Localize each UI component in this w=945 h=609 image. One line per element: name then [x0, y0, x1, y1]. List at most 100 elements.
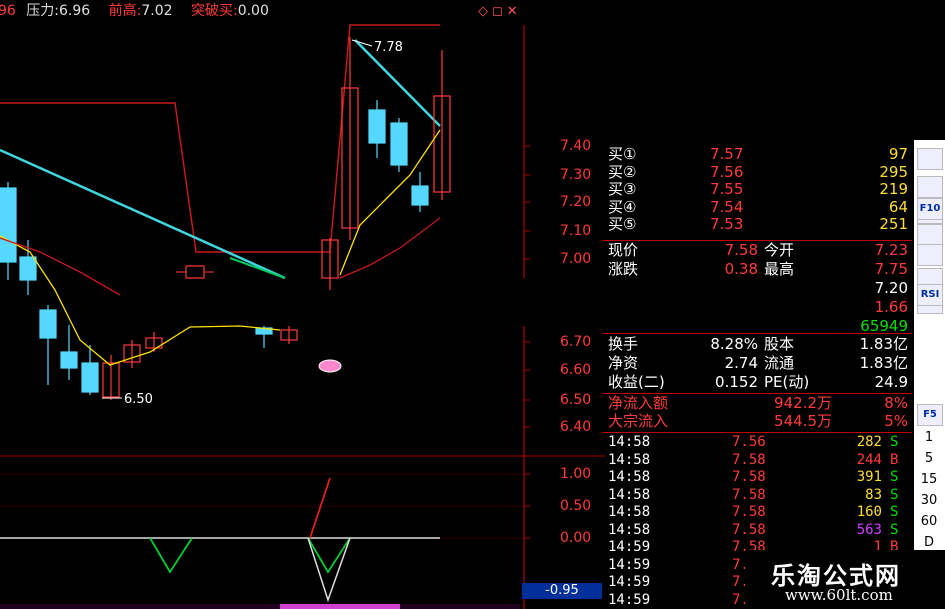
tick-volume: 563 — [856, 521, 882, 538]
candle-body — [0, 187, 17, 263]
tick-price: 7.58 — [732, 521, 766, 538]
indicator-signal-red — [309, 477, 331, 539]
tick-row[interactable]: 14:58 7.58 563 S — [602, 522, 912, 539]
price-axis-label: 7.30 — [560, 167, 592, 183]
flow-row: 大宗流入 544.5万 5% — [602, 413, 912, 430]
bid-price: 7.53 — [710, 215, 744, 234]
bid-volume: 97 — [888, 145, 908, 163]
tick-time: 14:58 — [608, 504, 651, 520]
annotation-arrow — [351, 39, 373, 47]
fund-label: 流通 — [764, 354, 795, 372]
tick-volume: 244 — [856, 451, 882, 468]
tick-row[interactable]: 14:58 7.58 83 S — [602, 487, 912, 504]
quote-panel: 现价 7.58 今开 7.23 涨跌 0.38 最高 7.75 7.20 1.66 6594… — [602, 241, 912, 335]
masked-region — [0, 278, 605, 326]
signal-marker — [318, 359, 342, 373]
tick-side: B — [890, 451, 899, 468]
now-price: 7.58 — [724, 241, 758, 259]
tick-price: 7.56 — [732, 434, 766, 450]
tick-time: 14:58 — [608, 521, 651, 538]
bid-volume: 64 — [888, 197, 908, 216]
indicator-readout: -0.95 — [522, 583, 602, 599]
tick-time: 14:58 — [608, 486, 651, 503]
high-annotation: 7.78 — [374, 40, 403, 55]
breakout-value: 0.00 — [237, 3, 269, 19]
price-axis-label: 6.50 — [560, 392, 592, 408]
low-annotation: 6.50 — [124, 392, 153, 407]
moving-average-red — [339, 217, 441, 279]
tick-row[interactable]: 14:58 7.58 160 S — [602, 504, 912, 521]
bottom-strip-highlight — [280, 604, 400, 609]
quote-extra: 1.66 — [874, 298, 908, 316]
bid-label: 买⑤ — [608, 215, 637, 234]
fund-label: 净资 — [608, 354, 639, 372]
bid-price: 7.56 — [710, 162, 744, 181]
tick-time: 14:59 — [608, 591, 651, 608]
divider — [602, 333, 912, 334]
fundamentals-panel: 换手 8.28% 股本 1.83亿 净资 2.74 流通 1.83亿 收益(二) 0.152 PE(… — [602, 336, 912, 396]
flow-pct: 5% — [884, 412, 908, 430]
fund-value: 1.83亿 — [859, 354, 908, 372]
period-button[interactable]: 1 — [917, 430, 941, 445]
tick-side: S — [890, 434, 899, 450]
trend-line — [0, 148, 286, 280]
breakout-label: 突破买: — [190, 3, 238, 19]
prev-high-label: 前高: — [108, 3, 142, 19]
tick-price: 7.58 — [732, 469, 766, 485]
toolbar-button[interactable]: F10 — [917, 198, 943, 220]
low-price: 7.20 — [874, 279, 908, 297]
open-price: 7.23 — [874, 241, 908, 259]
watermark: 乐淘公式网 www.60lt.com — [745, 550, 945, 609]
candle-body — [185, 265, 205, 279]
high-label: 最高 — [764, 260, 795, 278]
tick-price: 7.58 — [732, 486, 766, 503]
header-code-partial: 96 — [0, 3, 16, 19]
bid-row: 买③ 7.55 219 — [602, 181, 912, 198]
tick-side: S — [890, 504, 899, 520]
tick-side: S — [890, 486, 899, 503]
period-button[interactable]: 60 — [917, 514, 941, 529]
tick-row[interactable]: 14:58 7.58 244 B — [602, 452, 912, 469]
change-value: 0.38 — [724, 260, 758, 278]
tick-row[interactable]: 14:58 7.58 391 S — [602, 469, 912, 486]
period-button[interactable]: 5 — [917, 451, 941, 466]
tick-price: 7.58 — [732, 504, 766, 520]
watermark-url: www.60lt.com — [785, 586, 893, 604]
tick-time: 14:58 — [608, 469, 651, 485]
toolbar-button[interactable]: F5 — [917, 404, 943, 426]
period-button[interactable]: 15 — [917, 472, 941, 487]
prev-high-value: 7.02 — [141, 3, 173, 19]
high-price: 7.75 — [874, 260, 908, 278]
pressure-value: 6.96 — [59, 3, 91, 19]
fund-value: 8.28% — [710, 335, 758, 353]
bid-volume: 219 — [879, 180, 908, 199]
fund-label: 收益(二) — [608, 373, 665, 391]
fund-value: 1.83亿 — [859, 335, 908, 353]
toolbar-button[interactable] — [917, 148, 943, 170]
tick-row[interactable]: 14:58 7.56 282 S — [602, 434, 912, 451]
period-button[interactable]: 30 — [917, 493, 941, 508]
indicator-axis-label: 1.00 — [560, 466, 592, 482]
bid-row: 买⑤ 7.53 251 — [602, 216, 912, 233]
tick-time: 14:58 — [608, 451, 651, 468]
candle-body — [39, 309, 57, 339]
bid-price: 7.55 — [710, 180, 744, 199]
flow-label: 大宗流入 — [608, 412, 669, 430]
toolbar-button[interactable] — [917, 176, 943, 198]
fundamental-row: 换手 8.28% 股本 1.83亿 — [602, 336, 912, 353]
price-axis-label: 6.40 — [560, 419, 592, 435]
window-buttons[interactable]: ◇◻✕ — [478, 4, 522, 19]
fund-value: 24.9 — [874, 373, 908, 391]
toolbar-button[interactable]: RSI — [917, 284, 943, 306]
tick-volume: 282 — [856, 434, 882, 450]
toolbar-button[interactable] — [917, 244, 943, 266]
pressure-label: 压力: — [26, 3, 59, 19]
bid-row: 买① 7.57 97 — [602, 146, 912, 163]
kline-chart[interactable]: 7.78 6.50 — [0, 0, 605, 609]
price-axis-label: 7.20 — [560, 194, 592, 210]
tick-time: 14:59 — [608, 574, 651, 590]
period-button[interactable]: D — [917, 535, 941, 550]
flow-amount: 942.2万 — [774, 394, 832, 412]
toolbar-button[interactable] — [917, 224, 943, 246]
tick-volume: 391 — [856, 469, 882, 485]
